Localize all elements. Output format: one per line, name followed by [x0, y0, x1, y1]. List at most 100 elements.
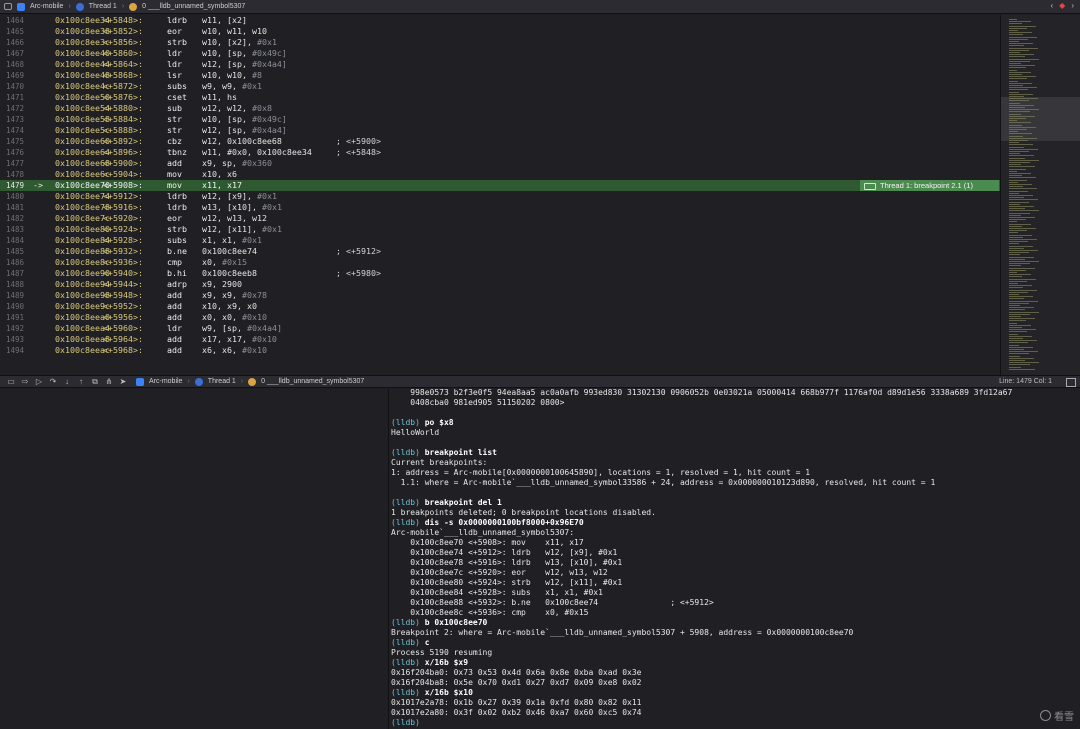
minimap-line	[1009, 236, 1023, 238]
operand-text: x9, x9,	[202, 290, 242, 300]
minimap-line	[1009, 258, 1025, 260]
code-line[interactable]: 1477 0x100c8ee68 <+5900>: add x9, sp, #0x360	[0, 158, 1000, 169]
code-line[interactable]: 1464 0x100c8ee34 <+5848>: ldrb w11, [x2]	[0, 15, 1000, 26]
variables-pane[interactable]	[0, 389, 389, 729]
continue-icon[interactable]: ▷	[32, 377, 46, 386]
instruction-mnemonic: mov	[167, 180, 182, 190]
breakpoint-icon	[864, 183, 876, 190]
minimap-line	[1009, 181, 1018, 183]
console-output-line: 0x100c8ee78 <+5916>: ldrb w13, [x10], #0…	[391, 558, 622, 568]
instruction-offset: <+5888>:	[103, 125, 143, 135]
code-line[interactable]: 1482 0x100c8ee7c <+5920>: eor w12, w13, w12	[0, 213, 1000, 224]
minimap-line	[1009, 272, 1017, 273]
memory-graph-icon[interactable]: ⋔	[102, 377, 116, 386]
minimap[interactable]	[1000, 15, 1080, 375]
code-line[interactable]: 1465 0x100c8ee38 <+5852>: eor w10, w11, w10	[0, 26, 1000, 37]
breadcrumb-thread[interactable]: Thread 1	[89, 3, 117, 10]
code-line[interactable]: 1489 0x100c8ee98 <+5948>: add x9, x9, #0x78	[0, 290, 1000, 301]
code-line[interactable]: 1467 0x100c8ee40 <+5860>: ldr w10, [sp, #0x4…	[0, 48, 1000, 59]
instruction-offset: <+5900>:	[103, 158, 143, 168]
minimap-line	[1009, 199, 1038, 201]
hide-panel-icon[interactable]: ▭	[4, 377, 18, 386]
minimap-line	[1009, 210, 1039, 212]
minimap-line	[1009, 265, 1021, 267]
view-debugger-icon[interactable]: ⧉	[88, 377, 102, 387]
breakpoints-toggle-icon[interactable]: ⇨	[18, 377, 32, 386]
operand-immediate: #0x4a4]	[246, 323, 282, 333]
minimap-line	[1009, 322, 1017, 324]
instruction-mnemonic: add	[167, 312, 182, 322]
operand-immediate: #0x1	[261, 202, 282, 212]
code-line[interactable]: 1483 0x100c8ee80 <+5924>: strb w12, [x11], #…	[0, 224, 1000, 235]
step-into-icon[interactable]: ↓	[60, 377, 74, 386]
debug-breadcrumb-app[interactable]: Arc-mobile	[149, 378, 182, 385]
console-output-line: 1: address = Arc-mobile[0x00000001006458…	[391, 468, 810, 478]
console-output-line: 0x100c8ee80 <+5924>: strb w12, [x11], #0…	[391, 578, 622, 588]
warning-icon[interactable]: ◆	[1059, 1, 1065, 10]
lldb-prompt: (lldb)	[391, 618, 425, 627]
instruction-address: 0x100c8ee84	[55, 235, 110, 245]
lldb-prompt: (lldb)	[391, 688, 425, 697]
code-line[interactable]: 1478 0x100c8ee6c <+5904>: mov x10, x6	[0, 169, 1000, 180]
minimap-line	[1009, 80, 1018, 82]
step-out-icon[interactable]: ↑	[74, 377, 88, 386]
minimap-viewport[interactable]	[1001, 97, 1080, 141]
branch-comment: ; <+5980>	[336, 268, 381, 278]
split-console-icon[interactable]	[1066, 378, 1076, 387]
code-line[interactable]: 1480 0x100c8ee74 <+5912>: ldrb w12, [x9], #0…	[0, 191, 1000, 202]
code-line[interactable]: 1470 0x100c8ee4c <+5872>: subs w9, w9, #0x1	[0, 81, 1000, 92]
code-line[interactable]: 1474 0x100c8ee5c <+5888>: str w12, [sp, #0x4…	[0, 125, 1000, 136]
line-number: 1471	[6, 93, 25, 102]
debug-breadcrumb-frame[interactable]: 0 ___lldb_unnamed_symbol5307	[261, 378, 364, 385]
location-icon[interactable]: ➤	[116, 377, 130, 386]
code-line[interactable]: 1468 0x100c8ee44 <+5864>: ldr w12, [sp, #0x4…	[0, 59, 1000, 70]
breakpoint-badge[interactable]: Thread 1: breakpoint 2.1 (1)	[860, 180, 999, 191]
minimap-line	[1009, 129, 1027, 130]
chevron-left-icon[interactable]: ‹	[1051, 1, 1054, 10]
disassembly-editor[interactable]: 1464 0x100c8ee34 <+5848>: ldrb w11, [x2] 1465…	[0, 15, 1000, 375]
code-line[interactable]: 1466 0x100c8ee3c <+5856>: strb w10, [x2], #0…	[0, 37, 1000, 48]
instruction-operands: x10, x6	[202, 169, 237, 180]
code-line[interactable]: 1494 0x100c8eeac <+5968>: add x6, x6, #0x10	[0, 345, 1000, 356]
code-line[interactable]: 1472 0x100c8ee54 <+5880>: sub w12, w12, #0x8	[0, 103, 1000, 114]
code-line[interactable]: 1490 0x100c8ee9c <+5952>: add x10, x9, x0	[0, 301, 1000, 312]
console-output-text: Process 5190 resuming	[391, 648, 493, 657]
lldb-console[interactable]: 998e0573 b2f3e0f5 94ea8aa5 ac0a0afb 993e…	[389, 389, 1080, 729]
line-number: 1467	[6, 49, 25, 58]
chevron-right-icon[interactable]: ›	[1071, 1, 1074, 10]
instruction-mnemonic: add	[167, 158, 182, 168]
code-line[interactable]: 1485 0x100c8ee88 <+5932>: b.ne 0x100c8ee74 ; …	[0, 246, 1000, 257]
step-over-icon[interactable]: ↷	[46, 377, 60, 386]
line-number: 1484	[6, 236, 25, 245]
console-command-line: (lldb) x/16b $x10	[391, 688, 473, 698]
sidebar-toggle-icon[interactable]	[4, 3, 12, 10]
minimap-line	[1009, 219, 1026, 221]
code-line[interactable]: 1475 0x100c8ee60 <+5892>: cbz w12, 0x100c8ee…	[0, 136, 1000, 147]
code-line[interactable]: 1486 0x100c8ee8c <+5936>: cmp x0, #0x15	[0, 257, 1000, 268]
minimap-line	[1009, 140, 1028, 141]
code-line[interactable]: 1473 0x100c8ee58 <+5884>: str w10, [sp, #0x4…	[0, 114, 1000, 125]
instruction-operands: x0, x0, #0x10	[202, 312, 267, 323]
debug-breadcrumb-thread[interactable]: Thread 1	[208, 378, 236, 385]
watermark: 看雪	[1040, 708, 1074, 723]
code-line[interactable]: 1469 0x100c8ee48 <+5868>: lsr w10, w10, #8	[0, 70, 1000, 81]
minimap-line	[1009, 232, 1018, 234]
minimap-line	[1009, 168, 1026, 170]
code-line[interactable]: 1488 0x100c8ee94 <+5944>: adrp x9, 2900	[0, 279, 1000, 290]
operand-text: w10, [sp,	[202, 114, 252, 124]
code-line[interactable]: 1493 0x100c8eea8 <+5964>: add x17, x17, #0x1…	[0, 334, 1000, 345]
code-line[interactable]: 1491 0x100c8eea0 <+5956>: add x0, x0, #0x10	[0, 312, 1000, 323]
minimap-line	[1009, 241, 1028, 243]
console-output-line: 0x100c8ee70 <+5908>: mov x11, x17	[391, 538, 583, 548]
breadcrumb-app[interactable]: Arc-mobile	[30, 3, 63, 10]
breadcrumb-frame[interactable]: 0 ___lldb_unnamed_symbol5307	[142, 3, 245, 10]
code-line[interactable]: 1487 0x100c8ee90 <+5940>: b.hi 0x100c8eeb8 ; …	[0, 268, 1000, 279]
line-number: 1478	[6, 170, 25, 179]
code-line[interactable]: 1471 0x100c8ee50 <+5876>: cset w11, hs	[0, 92, 1000, 103]
current-instruction-line[interactable]: 1479 -> 0x100c8ee70 <+5908>: mov x11, x17 Thre…	[0, 180, 1000, 191]
operand-text: w10, [x2],	[202, 37, 257, 47]
code-line[interactable]: 1481 0x100c8ee78 <+5916>: ldrb w13, [x10], #…	[0, 202, 1000, 213]
code-line[interactable]: 1492 0x100c8eea4 <+5960>: ldr w9, [sp, #0x4a…	[0, 323, 1000, 334]
code-line[interactable]: 1484 0x100c8ee84 <+5928>: subs x1, x1, #0x1	[0, 235, 1000, 246]
code-line[interactable]: 1476 0x100c8ee64 <+5896>: tbnz w11, #0x0, 0x…	[0, 147, 1000, 158]
